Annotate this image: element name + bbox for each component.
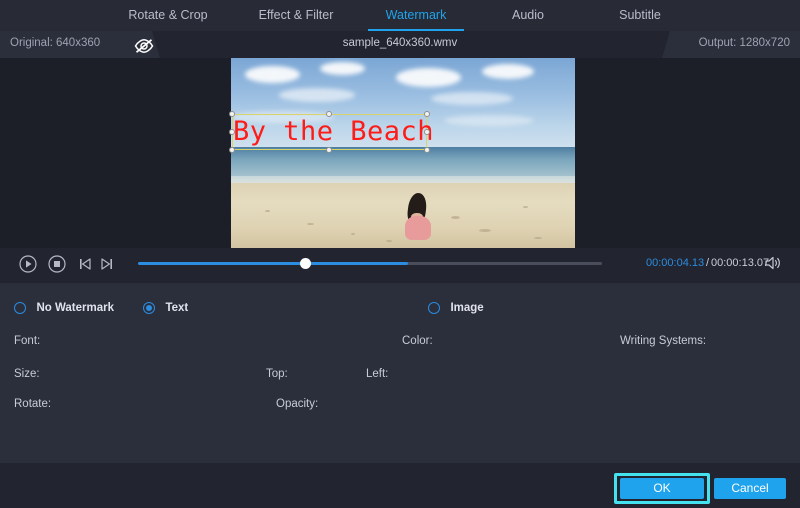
seek-handle[interactable] — [300, 258, 311, 269]
tab-label: Subtitle — [584, 2, 696, 28]
radio-indicator — [14, 302, 26, 314]
resize-handle-e[interactable] — [424, 129, 430, 135]
tab-label: Audio — [472, 2, 584, 28]
resize-handle-sw[interactable] — [229, 147, 235, 153]
radio-indicator — [428, 302, 440, 314]
tab-rotate-crop[interactable]: Rotate & Crop — [104, 0, 232, 31]
ok-button[interactable]: OK — [620, 478, 704, 499]
current-time: 00:00:04.13 — [646, 257, 704, 269]
tab-label: Rotate & Crop — [104, 2, 232, 28]
volume-icon[interactable] — [764, 255, 782, 276]
next-frame-icon[interactable] — [99, 255, 115, 278]
font-label: Font: — [14, 335, 40, 347]
resize-handle-ne[interactable] — [424, 111, 430, 117]
sand-region — [231, 183, 575, 248]
seek-track-played[interactable] — [138, 262, 408, 265]
video-preview[interactable] — [231, 58, 575, 248]
rotate-label: Rotate: — [14, 398, 51, 410]
tab-watermark[interactable]: Watermark — [360, 0, 472, 31]
stop-circle-icon[interactable] — [48, 255, 66, 278]
watermark-text-overlay[interactable]: By the Beach — [233, 116, 434, 147]
radio-image-watermark[interactable]: Image — [428, 299, 484, 317]
radio-indicator — [143, 302, 155, 314]
editor-tabbar: Rotate & Crop Effect & Filter Watermark … — [0, 0, 800, 31]
top-label: Top: — [266, 368, 288, 380]
radio-label: Image — [450, 302, 483, 314]
total-time: 00:00:13.07 — [711, 257, 769, 269]
radio-label: Text — [165, 302, 188, 314]
person-body — [405, 216, 431, 241]
time-separator: / — [706, 257, 709, 269]
left-label: Left: — [366, 368, 388, 380]
tab-label: Watermark — [360, 2, 472, 28]
output-size-label: Output: 1280x720 — [699, 37, 790, 49]
radio-no-watermark[interactable]: No Watermark — [14, 299, 114, 317]
eye-slash-icon[interactable] — [133, 38, 155, 54]
play-circle-icon[interactable] — [19, 255, 37, 278]
opacity-label: Opacity: — [276, 398, 318, 410]
resize-handle-w[interactable] — [229, 129, 235, 135]
ocean-region — [231, 147, 575, 177]
tab-effect-filter[interactable]: Effect & Filter — [232, 0, 360, 31]
preview-stage: By the Beach — [0, 58, 800, 248]
preview-header: Original: 640x360 sample_640x360.wmv Out… — [0, 31, 800, 58]
writing-systems-label: Writing Systems: — [620, 335, 706, 347]
previous-frame-icon[interactable] — [77, 255, 93, 278]
resize-handle-s[interactable] — [326, 147, 332, 153]
radio-label: No Watermark — [36, 302, 114, 314]
color-label: Color: — [402, 335, 433, 347]
tab-label: Effect & Filter — [232, 2, 360, 28]
cancel-button[interactable]: Cancel — [714, 478, 786, 499]
tab-subtitle[interactable]: Subtitle — [584, 0, 696, 31]
resize-handle-se[interactable] — [424, 147, 430, 153]
resize-handle-nw[interactable] — [229, 111, 235, 117]
watermark-settings-panel: No Watermark Text By the Beach Image + F… — [0, 283, 800, 463]
radio-text-watermark[interactable]: Text — [143, 299, 188, 317]
resize-handle-n[interactable] — [326, 111, 332, 117]
tab-audio[interactable]: Audio — [472, 0, 584, 31]
size-label: Size: — [14, 368, 40, 380]
watermark-editor-window: Rotate & Crop Effect & Filter Watermark … — [0, 0, 800, 508]
